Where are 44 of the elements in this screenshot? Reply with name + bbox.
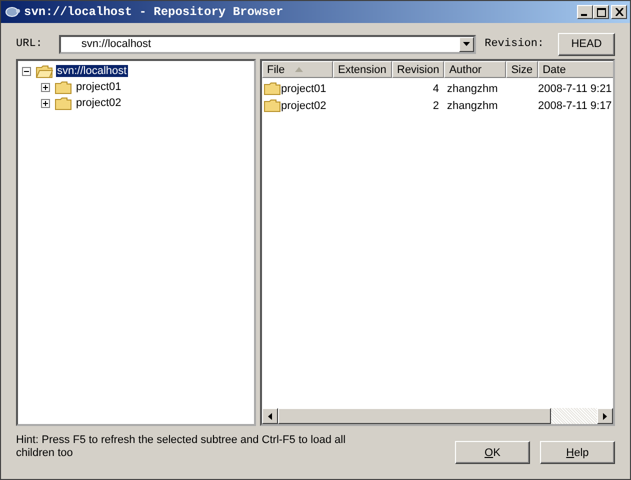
- dropdown-button[interactable]: [458, 36, 474, 52]
- table-cell: zhangzhm: [447, 100, 498, 112]
- window-title: svn://localhost - Repository Browser: [24, 5, 284, 19]
- open-folder-icon: [36, 64, 53, 78]
- table-cell: zhangzhm: [447, 82, 498, 94]
- table-cell: 2008-7-11 9:17: [538, 100, 612, 112]
- close-button[interactable]: [611, 5, 627, 19]
- maximize-button[interactable]: [593, 5, 609, 19]
- folder-icon: [264, 82, 281, 95]
- column-header[interactable]: Revision: [392, 61, 444, 78]
- head-button[interactable]: HEAD: [558, 32, 615, 56]
- tree-item[interactable]: project01: [75, 81, 122, 93]
- tree-item[interactable]: project02: [75, 97, 122, 109]
- dialog-button[interactable]: OK: [455, 441, 530, 464]
- url-label: URL:: [16, 38, 42, 50]
- folder-icon: [55, 96, 72, 110]
- table-cell: 2: [432, 100, 439, 112]
- minimize-button[interactable]: [577, 5, 593, 19]
- hint-text: Hint: Press F5 to refresh the selected subtree and Ctrl-F5 to load all children too: [16, 434, 347, 461]
- tree-item[interactable]: svn://localhost: [56, 65, 128, 77]
- column-header[interactable]: Date: [538, 61, 613, 78]
- sort-arrow-icon: [294, 67, 303, 72]
- table-cell: 2008-7-11 9:21: [538, 82, 612, 94]
- url-field[interactable]: svn://localhost: [59, 34, 476, 54]
- right-arrow-icon: [603, 412, 607, 420]
- table-cell[interactable]: project02: [281, 100, 326, 112]
- expand-icon[interactable]: [41, 98, 50, 108]
- maximize-icon: [596, 8, 606, 16]
- dialog-button[interactable]: Help: [540, 441, 615, 464]
- left-arrow-icon: [268, 412, 272, 420]
- close-icon: [614, 8, 624, 16]
- caret-icon: [462, 42, 470, 46]
- table-cell: 4: [432, 82, 439, 94]
- column-header[interactable]: Extension: [333, 61, 392, 78]
- column-header[interactable]: File: [262, 61, 333, 78]
- folder-icon: [55, 80, 72, 94]
- column-header[interactable]: Size: [506, 61, 538, 78]
- collapse-icon[interactable]: [22, 66, 31, 76]
- table-cell[interactable]: project01: [281, 82, 326, 94]
- horizontal-scrollbar[interactable]: [262, 408, 613, 424]
- revision-label: Revision:: [484, 38, 544, 50]
- column-header[interactable]: Author: [444, 61, 506, 78]
- expand-icon[interactable]: [41, 82, 50, 92]
- folder-icon: [264, 99, 281, 112]
